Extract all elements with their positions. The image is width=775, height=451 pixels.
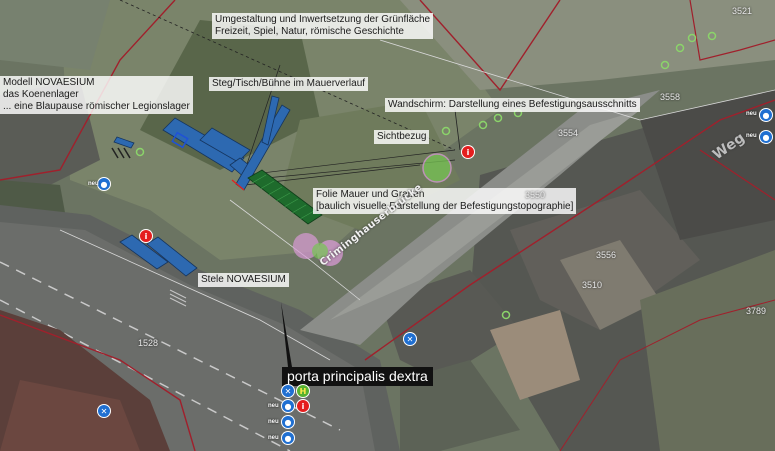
bicycle-icon[interactable]: ●: [282, 416, 294, 428]
model-line-1: Modell NOVAESIUM: [3, 77, 95, 88]
parcel-number: 3789: [746, 306, 767, 316]
map-canvas[interactable]: Umgestaltung und Inwertsetzung der Grünf…: [0, 0, 775, 451]
info-icon[interactable]: i: [297, 400, 309, 412]
info-icon[interactable]: i: [462, 146, 474, 158]
parcel-number: 3556: [596, 250, 617, 260]
parcel-number: 3554: [558, 128, 579, 138]
parcel-number: 3510: [582, 280, 603, 290]
redesign-line-2: Freizeit, Spiel, Natur, römische Geschic…: [215, 26, 404, 37]
screen-label: Wandschirm: Darstellung eines Befestigun…: [385, 98, 640, 112]
new-badge: neu: [746, 133, 757, 139]
parcel-number: 3550: [525, 190, 546, 200]
parcel-number: 3521: [732, 6, 753, 16]
redesign-label: Umgestaltung und Inwertsetzung der Grünf…: [212, 13, 434, 39]
parcel-number: 3558: [660, 92, 681, 102]
model-line-3: ... eine Blaupause römischer Legionslage…: [3, 101, 190, 112]
new-badge: neu: [88, 181, 99, 187]
bicycle-icon[interactable]: ●: [98, 178, 110, 190]
bicycle-icon[interactable]: ●: [760, 131, 772, 143]
tools-icon[interactable]: ✕: [98, 405, 110, 417]
sightline-label: Sichtbezug: [374, 130, 430, 144]
bicycle-icon[interactable]: ●: [282, 432, 294, 444]
accessibility-icon[interactable]: ●: [282, 400, 294, 412]
new-badge: neu: [268, 403, 279, 409]
tools-icon[interactable]: ✕: [282, 385, 294, 397]
gate-title: porta principalis dextra: [282, 367, 433, 386]
redesign-line-1: Umgestaltung und Inwertsetzung der Grünf…: [215, 14, 431, 25]
model-label: Modell NOVAESIUM das Koenenlager ... ein…: [0, 76, 193, 114]
new-badge: neu: [268, 435, 279, 441]
foil-line-2: [baulich visuelle Darstellung der Befest…: [316, 201, 574, 212]
bus-stop-icon[interactable]: H: [297, 385, 309, 397]
tools-icon[interactable]: ✕: [404, 333, 416, 345]
new-badge: neu: [268, 419, 279, 425]
new-badge: neu: [746, 111, 757, 117]
accessibility-icon[interactable]: ●: [760, 109, 772, 121]
parcel-number: 1528: [138, 338, 159, 348]
jetty-label: Steg/Tisch/Bühne im Mauerverlauf: [209, 77, 369, 91]
info-icon[interactable]: i: [140, 230, 152, 242]
stele-label: Stele NOVAESIUM: [198, 273, 289, 287]
model-line-2: das Koenenlager: [3, 89, 79, 100]
